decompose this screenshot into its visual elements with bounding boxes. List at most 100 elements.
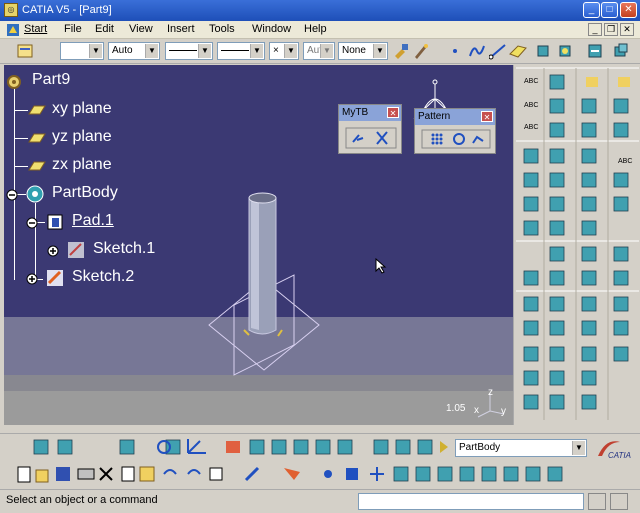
mytb-toolbar[interactable]: MyTB ✕ xyxy=(338,104,402,154)
zoom-scale-label: 1.05 xyxy=(446,403,466,414)
menu-insert[interactable]: Insert xyxy=(167,23,195,35)
right-workbench-toolbars: ABC ABC ABC ABC xyxy=(513,65,640,425)
chevron-down-icon: ▼ xyxy=(373,44,386,58)
revolve-icon[interactable] xyxy=(556,42,574,60)
status-message: Select an object or a command xyxy=(6,494,158,506)
chevron-down-icon: ▼ xyxy=(89,44,102,58)
color-select[interactable]: ▼ xyxy=(60,42,104,60)
layer-filter-select[interactable]: None ▼ xyxy=(338,42,388,60)
menu-help[interactable]: Help xyxy=(304,23,327,35)
catia-app-icon[interactable]: ◎ xyxy=(4,3,18,17)
svg-text:CATIA: CATIA xyxy=(608,451,631,460)
menu-view[interactable]: View xyxy=(129,23,153,35)
menu-bar: Start File Edit View Insert Tools Window… xyxy=(0,21,640,39)
catia-window: ◎ CATIA V5 - [Part9] _ □ ✕ Start File Ed… xyxy=(0,0,640,513)
sketch-icon xyxy=(68,242,84,258)
transparency-select[interactable]: Auto ▼ xyxy=(108,42,160,60)
start-icon[interactable] xyxy=(6,23,20,37)
doc-restore-button[interactable]: ❐ xyxy=(604,23,618,36)
menu-tools[interactable]: Tools xyxy=(209,23,235,35)
pattern-icons[interactable] xyxy=(421,129,491,149)
axis-y-label: y xyxy=(501,406,506,417)
expand-icon[interactable] xyxy=(47,245,59,257)
boolean-icon[interactable] xyxy=(612,42,630,60)
svg-text:ABC: ABC xyxy=(524,78,538,85)
graphic-properties-toolbar: ▼ Auto ▼ ▼ ▼ × ▼ Aut ▼ None ▼ xyxy=(0,39,640,64)
svg-text:ABC: ABC xyxy=(524,102,538,109)
menu-file[interactable]: File xyxy=(64,23,82,35)
collapse-icon[interactable] xyxy=(6,189,18,201)
mytb-icons[interactable] xyxy=(345,127,397,149)
svg-text:ABC: ABC xyxy=(524,124,538,131)
lineweight-select[interactable]: ▼ xyxy=(217,42,265,60)
brush-icon[interactable] xyxy=(412,42,430,60)
standard-toolbar-icons[interactable] xyxy=(14,462,574,488)
tree-node-yz-plane[interactable]: yz plane xyxy=(24,127,124,149)
tree-node-zx-plane[interactable]: zx plane xyxy=(24,155,124,177)
tree-node-part9[interactable]: Part9 xyxy=(4,70,104,92)
tree-node-pad1[interactable]: Pad.1 xyxy=(26,211,136,233)
pad-cylinder-model[interactable] xyxy=(204,190,324,380)
plane-icon xyxy=(28,161,46,171)
doc-minimize-button[interactable]: _ xyxy=(588,23,602,36)
window-title: CATIA V5 - [Part9] xyxy=(22,4,112,16)
chevron-down-icon: ▼ xyxy=(320,44,333,58)
view-toolbar: PartBody ▼ CATIA xyxy=(0,433,640,461)
close-icon[interactable]: ✕ xyxy=(481,111,493,122)
collapse-icon[interactable] xyxy=(26,217,38,229)
chevron-down-icon: ▼ xyxy=(572,441,585,455)
plane-icon xyxy=(28,133,46,143)
axis-x-label: x xyxy=(474,405,479,416)
menu-start[interactable]: Start xyxy=(24,23,47,35)
pattern-toolbar-header[interactable]: Pattern ✕ xyxy=(415,109,495,125)
menu-window[interactable]: Window xyxy=(252,23,291,35)
point-icon[interactable] xyxy=(446,42,464,60)
sketch-icon xyxy=(47,270,63,286)
status-bar: Select an object or a command xyxy=(0,489,640,513)
point-symbol-select[interactable]: × ▼ xyxy=(269,42,299,60)
catia-logo: CATIA xyxy=(598,441,631,460)
mouse-cursor-icon xyxy=(375,258,387,274)
menu-edit[interactable]: Edit xyxy=(95,23,114,35)
command-button-2[interactable] xyxy=(610,493,628,510)
chevron-down-icon: ▼ xyxy=(250,44,263,58)
tree-node-partbody[interactable]: PartBody xyxy=(6,183,136,205)
plane-icon xyxy=(28,105,46,115)
command-button-1[interactable] xyxy=(588,493,606,510)
body-icon xyxy=(26,185,44,203)
painter-icon[interactable] xyxy=(392,42,410,60)
doc-close-button[interactable]: ✕ xyxy=(620,23,634,36)
view-toolbar-icons[interactable] xyxy=(20,435,470,461)
chevron-down-icon: ▼ xyxy=(145,44,158,58)
linetype-select[interactable]: ▼ xyxy=(165,42,213,60)
chevron-down-icon: ▼ xyxy=(284,44,297,58)
close-button[interactable]: ✕ xyxy=(620,2,637,18)
ground-band-3 xyxy=(4,391,513,425)
3d-viewport[interactable]: Part9 xy plane yz plane zx plane PartBod… xyxy=(4,65,513,425)
mytb-toolbar-header[interactable]: MyTB ✕ xyxy=(339,105,401,121)
standard-toolbar xyxy=(0,461,640,489)
workbench-icon-grid[interactable]: ABC ABC ABC ABC xyxy=(514,65,640,425)
extrude-icon[interactable] xyxy=(534,42,552,60)
plane-icon[interactable] xyxy=(509,42,527,60)
minimize-button[interactable]: _ xyxy=(583,2,600,18)
assembly-icon[interactable] xyxy=(586,42,604,60)
command-input[interactable] xyxy=(358,493,584,510)
chevron-down-icon: ▼ xyxy=(198,44,211,58)
close-icon[interactable]: ✕ xyxy=(387,107,399,118)
spline-icon[interactable] xyxy=(468,42,486,60)
body-select[interactable]: PartBody ▼ xyxy=(455,439,587,457)
tree-node-sketch2[interactable]: Sketch.2 xyxy=(26,267,146,289)
tree-node-xy-plane[interactable]: xy plane xyxy=(24,99,124,121)
maximize-button[interactable]: □ xyxy=(601,2,618,18)
title-bar: ◎ CATIA V5 - [Part9] _ □ ✕ xyxy=(0,0,640,21)
gear-icon xyxy=(7,75,21,89)
properties-icon[interactable] xyxy=(16,42,34,60)
tree-node-sketch1[interactable]: Sketch.1 xyxy=(47,239,167,261)
expand-icon[interactable] xyxy=(26,273,38,285)
layer-select[interactable]: Aut ▼ xyxy=(303,42,335,60)
axis-z-label: z xyxy=(488,387,493,398)
svg-text:ABC: ABC xyxy=(618,158,632,165)
line-icon[interactable] xyxy=(489,42,507,60)
pattern-toolbar[interactable]: Pattern ✕ xyxy=(414,108,496,154)
